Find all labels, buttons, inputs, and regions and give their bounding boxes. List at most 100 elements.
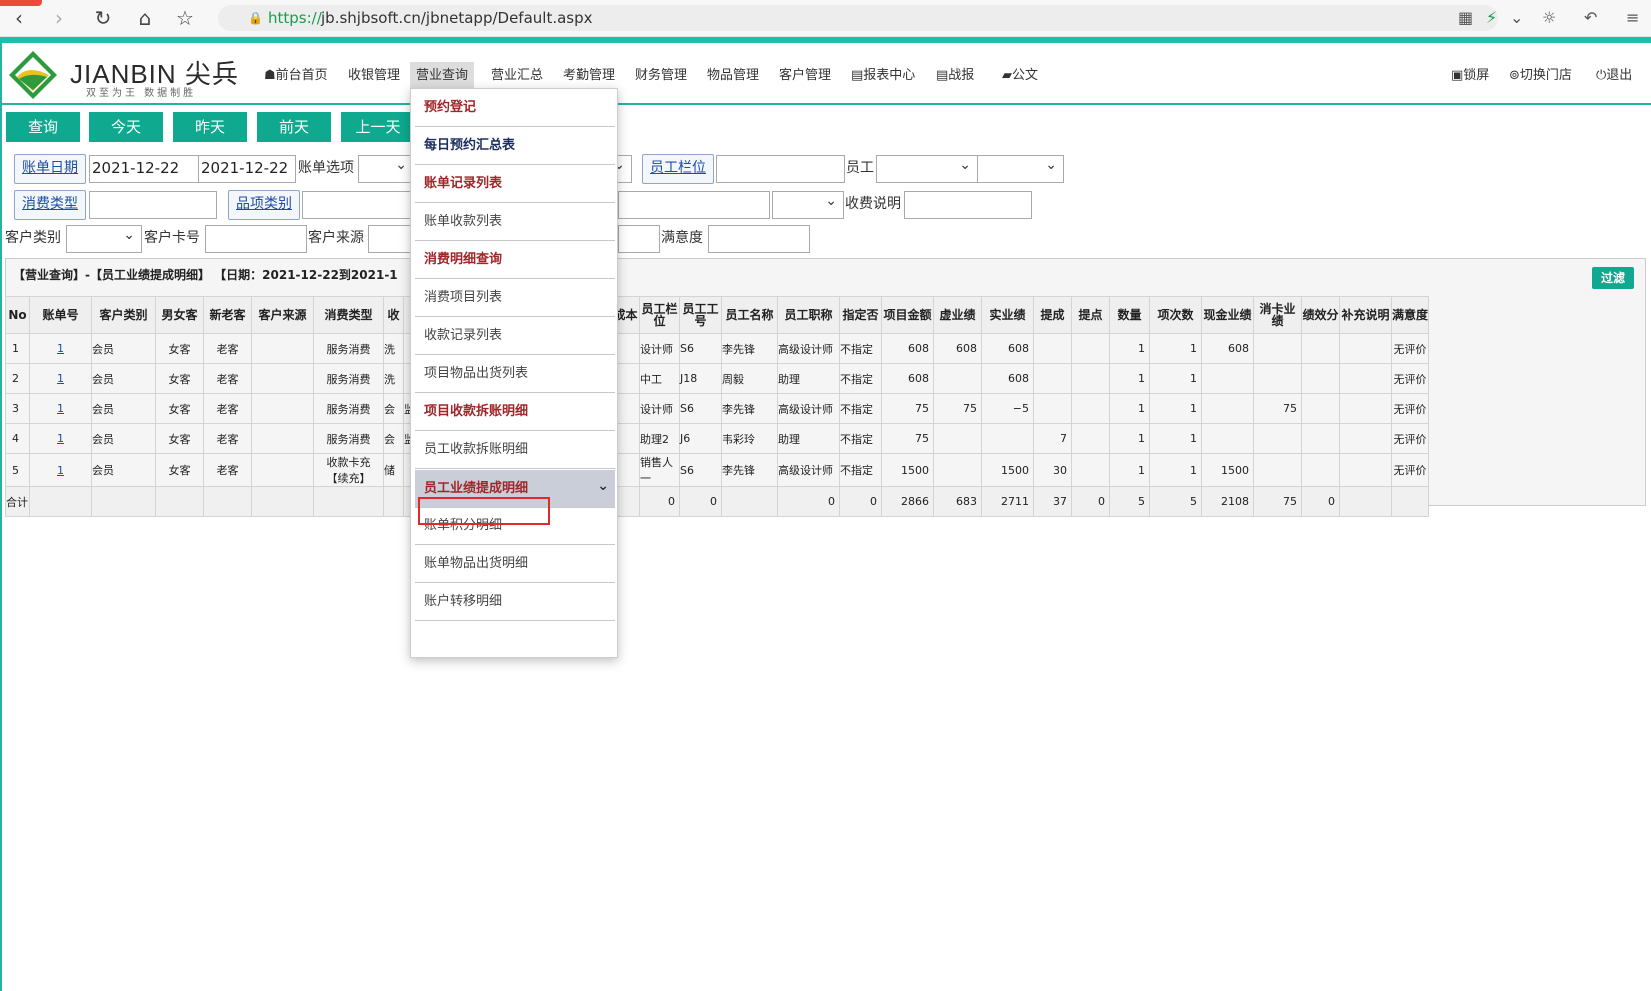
bill-link[interactable]: 1 xyxy=(57,402,64,415)
menu-documents[interactable]: ▰公文 xyxy=(996,62,1044,90)
staff-label: 员工 xyxy=(846,160,874,176)
total-point: 0 xyxy=(1071,486,1110,517)
cell-bill[interactable]: 1 xyxy=(29,393,92,424)
bill-date-button[interactable]: 账单日期 xyxy=(14,154,86,184)
total-appoint: 0 xyxy=(839,486,882,517)
charge-note-input[interactable] xyxy=(904,191,1032,219)
item-input[interactable] xyxy=(618,191,770,219)
menu-switch-store[interactable]: ⊚切换门店 xyxy=(1503,62,1578,90)
table-row[interactable]: 41会员女客老客服务消费会监175助理2J6韦彩玲助理不指定75711无评价 xyxy=(5,423,1430,454)
total-shou xyxy=(383,486,404,517)
bolt-icon[interactable]: ⚡ xyxy=(1486,6,1497,30)
yesterday-button[interactable]: 昨天 xyxy=(173,112,247,142)
location-icon: ⊚ xyxy=(1509,68,1520,83)
bill-option-select[interactable] xyxy=(358,153,414,183)
cell-num: 1 xyxy=(1109,453,1150,487)
cell-consume: 收款卡充 【续充】 xyxy=(313,453,384,487)
cell-title: 高级设计师 xyxy=(777,393,840,424)
menu-goods[interactable]: 物品管理 xyxy=(701,62,765,90)
cell-note xyxy=(1339,453,1392,487)
consume-type-button[interactable]: 消费类型 xyxy=(14,190,86,220)
extra-input[interactable] xyxy=(618,225,660,253)
customer-source-input[interactable] xyxy=(368,225,414,253)
menu-business-summary[interactable]: 营业汇总 xyxy=(485,62,549,90)
bill-link[interactable]: 1 xyxy=(57,372,64,385)
prev-day-button[interactable]: 上一天 xyxy=(341,112,415,142)
staff-select[interactable] xyxy=(876,153,978,183)
dropdown-item[interactable]: 账单收款列表 xyxy=(415,203,615,241)
cell-sat: 无评价 xyxy=(1390,363,1430,394)
date-from-input[interactable]: 2021-12-22 xyxy=(89,155,205,183)
bill-link[interactable]: 1 xyxy=(57,432,64,445)
cell-times: 1 xyxy=(1149,333,1202,364)
back-icon[interactable]: ‹ xyxy=(6,6,32,30)
table-row[interactable]: 11会员女客老客服务消费洗1608设计师S6李先锋高级设计师不指定6086086… xyxy=(5,333,1430,364)
cell-cash: 1500 xyxy=(1201,453,1254,487)
staff-column-input[interactable] xyxy=(716,155,845,183)
undo-icon[interactable]: ↶ xyxy=(1584,6,1597,30)
dropdown-item[interactable]: 收款记录列表 xyxy=(415,317,615,355)
cell-real: 608 xyxy=(981,333,1034,364)
cell-times: 1 xyxy=(1149,363,1202,394)
menu-icon[interactable]: ≡ xyxy=(1626,6,1639,30)
table-row[interactable]: 51会员女客老客收款卡充 【续充】储11500销售人一S6李先锋高级设计师不指定… xyxy=(5,453,1430,487)
cell-comm xyxy=(1033,363,1072,394)
cell-cash xyxy=(1201,393,1254,424)
dropdown-item[interactable]: 账单物品出货明细 xyxy=(415,545,615,583)
consume-type-input[interactable] xyxy=(89,191,217,219)
customer-card-input[interactable] xyxy=(205,225,307,253)
dropdown-item[interactable]: 项目物品出货列表 xyxy=(415,355,615,393)
item-select[interactable] xyxy=(772,189,844,219)
item-category-input[interactable] xyxy=(302,191,414,219)
menu-customers[interactable]: 客户管理 xyxy=(773,62,837,90)
filter-button[interactable]: 过滤 xyxy=(1592,267,1634,289)
menu-front-home[interactable]: ☗前台首页 xyxy=(258,62,334,90)
menu-battle-report[interactable]: ▤战报 xyxy=(930,62,980,90)
address-bar[interactable]: 🔒 https:// jb.shjbsoft.cn/jbnetapp/Defau… xyxy=(218,5,1498,31)
cell-bill[interactable]: 1 xyxy=(29,423,92,454)
chevron-down-icon[interactable]: ⌄ xyxy=(1510,6,1523,30)
dropdown-item[interactable]: 消费项目列表 xyxy=(415,279,615,317)
forward-icon[interactable]: › xyxy=(46,6,72,30)
qr-icon[interactable]: ▦ xyxy=(1458,6,1473,30)
bill-link[interactable]: 1 xyxy=(57,342,64,355)
item-category-button[interactable]: 品项类别 xyxy=(228,190,300,220)
home-icon[interactable]: ⌂ xyxy=(132,6,158,30)
staff-column-button[interactable]: 员工栏位 xyxy=(642,154,714,184)
menu-lock[interactable]: ▣锁屏 xyxy=(1445,62,1495,90)
dropdown-item[interactable]: 员工收款拆账明细 xyxy=(415,431,615,469)
cell-bill[interactable]: 1 xyxy=(29,333,92,364)
today-button[interactable]: 今天 xyxy=(89,112,163,142)
satisfaction-input[interactable] xyxy=(708,225,810,253)
menu-cashier[interactable]: 收银管理 xyxy=(342,62,406,90)
brightness-icon[interactable]: ☼ xyxy=(1542,6,1556,30)
table-row[interactable]: 21会员女客老客服务消费洗1608中工J18周毅助理不指定60860811无评价 xyxy=(5,363,1430,394)
bill-link[interactable]: 1 xyxy=(57,464,64,477)
menu-business-query[interactable]: 营业查询 xyxy=(410,62,475,90)
reload-icon[interactable]: ↻ xyxy=(90,6,116,30)
star-icon[interactable]: ☆ xyxy=(172,6,198,30)
dropdown-item[interactable]: 消费明细查询 xyxy=(415,241,615,279)
cell-shou: 洗 xyxy=(383,363,404,394)
cell-title: 高级设计师 xyxy=(777,453,840,487)
day-before-button[interactable]: 前天 xyxy=(257,112,331,142)
dropdown-item[interactable]: 预约登记 xyxy=(415,89,615,127)
customer-type-select[interactable] xyxy=(66,223,142,253)
dropdown-item[interactable]: 账户转移明细 xyxy=(415,583,615,621)
menu-reports[interactable]: ▤报表中心 xyxy=(845,62,921,90)
table-row[interactable]: 31会员女客老客服务消费会监175设计师S6李先锋高级设计师不指定7575−51… xyxy=(5,393,1430,424)
query-button[interactable]: 查询 xyxy=(6,112,80,142)
dropdown-item[interactable]: 项目收款拆账明细 xyxy=(415,393,615,431)
staff-select-2[interactable] xyxy=(977,153,1064,183)
dropdown-item[interactable]: 账单记录列表 xyxy=(415,165,615,203)
date-to-input[interactable]: 2021-12-22 xyxy=(198,155,296,183)
menu-logout[interactable]: ⏻退出 xyxy=(1590,62,1638,90)
cell-bill[interactable]: 1 xyxy=(29,363,92,394)
total-sex xyxy=(155,486,204,517)
cell-bill[interactable]: 1 xyxy=(29,453,92,487)
cell-virt xyxy=(933,363,982,394)
dropdown-item[interactable]: 每日预约汇总表 xyxy=(415,127,615,165)
cell-comm: 30 xyxy=(1033,453,1072,487)
menu-finance[interactable]: 财务管理 xyxy=(629,62,693,90)
menu-attendance[interactable]: 考勤管理 xyxy=(557,62,621,90)
